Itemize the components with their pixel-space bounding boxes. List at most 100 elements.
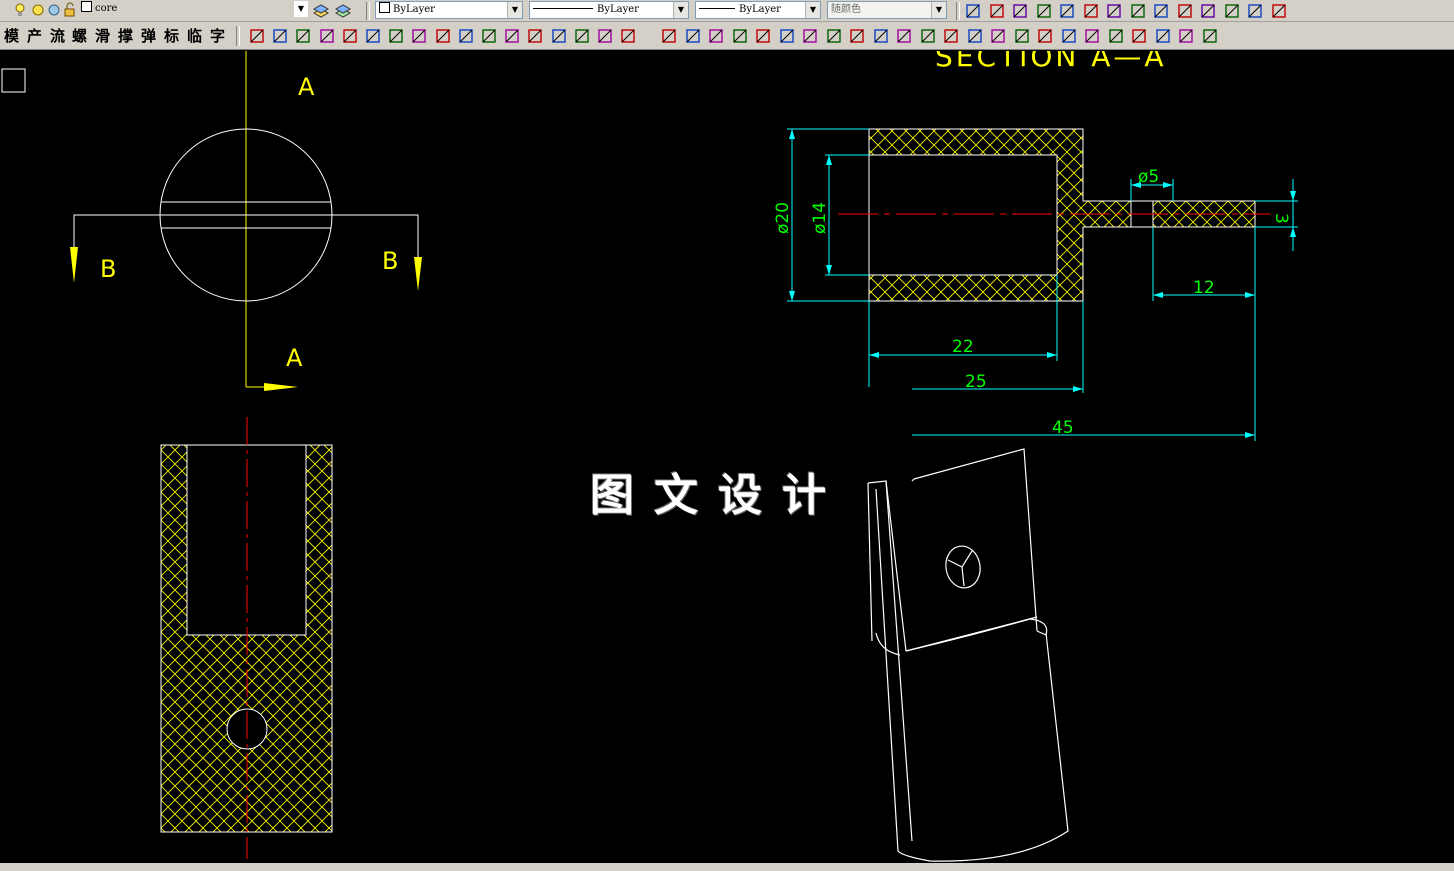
- chevron-down-icon[interactable]: ▼: [673, 2, 688, 18]
- tool-icon-22[interactable]: [1154, 27, 1172, 45]
- menu-standard[interactable]: 标: [164, 25, 179, 47]
- layer-previous-icon[interactable]: [334, 1, 352, 19]
- tool-icon-15[interactable]: [573, 27, 591, 45]
- tool-icon-4[interactable]: [318, 27, 336, 45]
- tool-icon-9[interactable]: [848, 27, 866, 45]
- menu-text[interactable]: 字: [210, 25, 225, 47]
- chevron-down-icon[interactable]: ▼: [931, 2, 946, 18]
- iso-tab-front: [913, 448, 1038, 632]
- tool-icon-17[interactable]: [1036, 27, 1054, 45]
- tool-icon-6[interactable]: [364, 27, 382, 45]
- arrow-a-icon: [264, 383, 298, 391]
- tool-icon-2[interactable]: [684, 27, 702, 45]
- label-b-left: B: [100, 255, 116, 283]
- tool-icon-18[interactable]: [1060, 27, 1078, 45]
- tool-icon-11[interactable]: [895, 27, 913, 45]
- menu-screw[interactable]: 螺: [72, 25, 87, 47]
- tool-icon-12[interactable]: [1223, 2, 1241, 20]
- tool-icon-19[interactable]: [1083, 27, 1101, 45]
- tool-icon-5[interactable]: [754, 27, 772, 45]
- menu-runner[interactable]: 流: [50, 25, 65, 47]
- section-a-bore: [868, 154, 1058, 276]
- drawing-canvas[interactable]: A A B B SECTION A—A ø20 ø14 ø5 3 12 22 2…: [0, 40, 1454, 863]
- dim-d14: ø14: [810, 202, 830, 234]
- tool-icon-14[interactable]: [966, 27, 984, 45]
- layer-dropdown[interactable]: core ▼: [78, 1, 308, 19]
- dim-45: 45: [1052, 418, 1074, 438]
- tool-icon-4[interactable]: [1035, 2, 1053, 20]
- tool-icon-1[interactable]: [248, 27, 266, 45]
- tool-icon-2[interactable]: [988, 2, 1006, 20]
- tool-icon-11[interactable]: [1199, 2, 1217, 20]
- tool-icon-2[interactable]: [271, 27, 289, 45]
- dim-22: 22: [952, 337, 974, 357]
- tool-icon-10[interactable]: [1176, 2, 1194, 20]
- label-b-right: B: [382, 247, 398, 275]
- plotstyle-dropdown[interactable]: 随颜色 ▼: [827, 1, 947, 19]
- tool-icon-6[interactable]: [1082, 2, 1100, 20]
- tool-icon-9[interactable]: [434, 27, 452, 45]
- dim-12: 12: [1193, 278, 1215, 298]
- tool-icon-7[interactable]: [1105, 2, 1123, 20]
- properties-toolbar: core ▼ ByLayer ▼ ByLayer ▼ ByLayer ▼ 随颜色…: [0, 0, 1454, 22]
- tool-icon-8[interactable]: [1129, 2, 1147, 20]
- top-view: A A B B: [70, 51, 422, 391]
- tool-icon-3[interactable]: [707, 27, 725, 45]
- tool-icon-9[interactable]: [1152, 2, 1170, 20]
- linetype-dropdown[interactable]: ByLayer ▼: [529, 1, 689, 19]
- tool-icon-1[interactable]: [964, 2, 982, 20]
- section-b-view: [160, 417, 333, 859]
- chevron-down-icon[interactable]: ▼: [507, 2, 522, 18]
- tool-icon-16[interactable]: [1013, 27, 1031, 45]
- menu-temporary[interactable]: 临: [187, 25, 202, 47]
- chevron-down-icon[interactable]: ▼: [294, 1, 308, 17]
- tool-icon-3[interactable]: [294, 27, 312, 45]
- ucs-icon: [1, 68, 26, 93]
- dim-3: 3: [1271, 213, 1291, 224]
- tool-icon-5[interactable]: [341, 27, 359, 45]
- tool-icon-13[interactable]: [1246, 2, 1264, 20]
- tool-icon-17[interactable]: [619, 27, 637, 45]
- tool-icon-23[interactable]: [1177, 27, 1195, 45]
- menu-mold[interactable]: 模: [4, 25, 19, 47]
- chevron-down-icon[interactable]: ▼: [805, 2, 820, 18]
- tool-icon-7[interactable]: [801, 27, 819, 45]
- tool-icon-14[interactable]: [550, 27, 568, 45]
- iso-pin-hole: [945, 545, 981, 589]
- lineweight-dropdown[interactable]: ByLayer ▼: [695, 1, 821, 19]
- tool-icon-20[interactable]: [1107, 27, 1125, 45]
- layer-manager-icon[interactable]: [312, 1, 330, 19]
- tool-icon-12[interactable]: [919, 27, 937, 45]
- tool-icon-13[interactable]: [942, 27, 960, 45]
- watermark-text: 图文设计: [590, 470, 846, 521]
- tool-icon-5[interactable]: [1058, 2, 1076, 20]
- tool-icon-7[interactable]: [387, 27, 405, 45]
- tool-icon-13[interactable]: [526, 27, 544, 45]
- tool-icon-16[interactable]: [596, 27, 614, 45]
- tool-icon-14[interactable]: [1270, 2, 1288, 20]
- color-dropdown[interactable]: ByLayer ▼: [375, 1, 523, 19]
- menu-spring[interactable]: 弹: [141, 25, 156, 47]
- tool-icon-21[interactable]: [1130, 27, 1148, 45]
- arrow-b-right-icon: [414, 257, 422, 291]
- tool-icon-10[interactable]: [872, 27, 890, 45]
- menu-product[interactable]: 产: [27, 25, 42, 47]
- tool-icon-6[interactable]: [778, 27, 796, 45]
- tool-icon-12[interactable]: [503, 27, 521, 45]
- tool-icon-15[interactable]: [989, 27, 1007, 45]
- custom-toolbar: 模 产 流 螺 滑 撑 弹 标 临 字: [0, 22, 1454, 50]
- menu-support[interactable]: 撑: [118, 25, 133, 47]
- iso-cylinder-body: [897, 632, 1069, 862]
- tool-icon-10[interactable]: [457, 27, 475, 45]
- tool-icon-11[interactable]: [480, 27, 498, 45]
- tool-icon-4[interactable]: [731, 27, 749, 45]
- tool-icon-8[interactable]: [410, 27, 428, 45]
- tool-icon-1[interactable]: [660, 27, 678, 45]
- menu-slider[interactable]: 滑: [95, 25, 110, 47]
- tool-icon-3[interactable]: [1011, 2, 1029, 20]
- layer-color-swatch: [81, 1, 92, 12]
- tool-icon-8[interactable]: [825, 27, 843, 45]
- tool-icon-24[interactable]: [1201, 27, 1219, 45]
- section-a-view: SECTION A—A ø20 ø14 ø5 3 12 22 25 45: [773, 40, 1298, 441]
- plotstyle-value: 随颜色: [831, 4, 861, 15]
